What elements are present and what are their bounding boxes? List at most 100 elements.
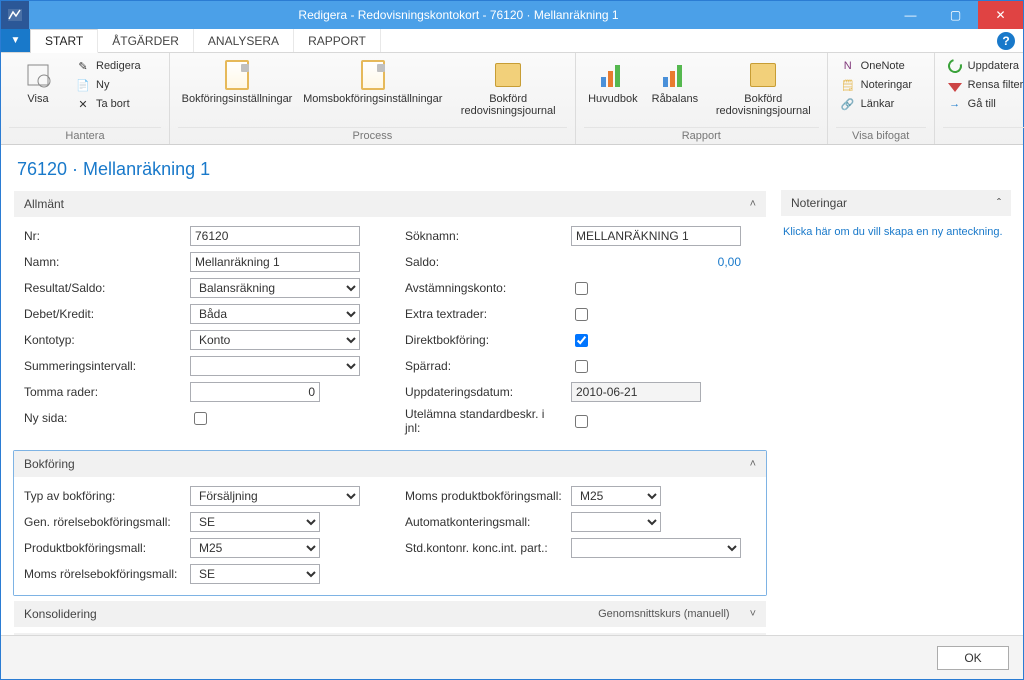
onenote-icon: N [840,58,856,74]
fasttab-konsolidering: Konsolidering Genomsnittskurs (manuell) … [13,600,767,628]
huvudbok-button[interactable]: Huvudbok [584,57,642,107]
debet-label: Debet/Kredit: [24,307,182,321]
noteringar-header[interactable]: Noteringar ˆ [781,190,1011,216]
prod-select[interactable]: M25 [190,538,320,558]
auto-label: Automatkonteringsmall: [405,515,563,529]
direkt-checkbox[interactable] [575,334,588,347]
delete-icon: ✕ [75,96,91,112]
tab-start[interactable]: START [31,29,98,53]
fasttab-allmant: Allmänt ˄ Nr: Namn: Resultat/Saldo:Balan… [13,190,767,446]
goto-icon: → [947,96,963,112]
minimize-button[interactable]: — [888,1,933,29]
visa-button[interactable]: Visa [9,57,67,107]
fasttab-allmant-title: Allmänt [24,197,64,211]
chevron-up-icon: ˆ [997,196,1001,210]
lankar-button[interactable]: 🔗Länkar [836,95,926,113]
help-icon[interactable]: ? [997,32,1015,50]
fasttab-konsolidering-header[interactable]: Konsolidering Genomsnittskurs (manuell) … [14,601,766,627]
group-label-sida: Sida [943,127,1024,142]
momsp-label: Moms produktbokföringsmall: [405,489,563,503]
saldo-label: Saldo: [405,255,563,269]
tab-rapport[interactable]: RAPPORT [294,29,381,52]
ny-button[interactable]: 📄Ny [71,76,161,94]
ok-button[interactable]: OK [937,646,1009,670]
nr-input[interactable] [190,226,360,246]
links-icon: 🔗 [840,96,856,112]
title-bar: Redigera - Redovisningskontokort - 76120… [1,1,1023,29]
tab-atgarder[interactable]: ÅTGÄRDER [98,29,194,52]
ribbon-group-rapport: Huvudbok Råbalans Bokförd redovisningsjo… [576,53,828,144]
namn-input[interactable] [190,252,360,272]
maximize-button[interactable]: ▢ [933,1,978,29]
redigera-button[interactable]: ✎Redigera [71,57,161,75]
ribbon: Visa ✎Redigera 📄Ny ✕Ta bort Hantera Bokf… [1,53,1023,145]
fasttab-allmant-header[interactable]: Allmänt ˄ [14,191,766,217]
direkt-label: Direktbokföring: [405,333,563,347]
summering-select[interactable] [190,356,360,376]
momsbokforingsinstallningar-button[interactable]: Momsbokföringsinställningar [300,57,446,107]
tab-analysera[interactable]: ANALYSERA [194,29,294,52]
gen-select[interactable]: SE [190,512,320,532]
sparrad-label: Spärrad: [405,359,563,373]
file-menu-dropdown[interactable]: ▼ [1,29,31,52]
window-controls: — ▢ ✕ [888,1,1023,29]
namn-label: Namn: [24,255,182,269]
bokforingsinstallningar-button[interactable]: Bokföringsinställningar [178,57,296,107]
std-select[interactable] [571,538,741,558]
kontotyp-select[interactable]: Konto [190,330,360,350]
close-button[interactable]: ✕ [978,1,1023,29]
noteringar-title: Noteringar [791,196,847,210]
momsr-select[interactable]: SE [190,564,320,584]
fasttab-konsolidering-summary: Genomsnittskurs (manuell) [598,608,729,620]
group-label-visa-bifogat: Visa bifogat [836,127,926,142]
utelamna-checkbox[interactable] [575,415,588,428]
soknamn-label: Söknamn: [405,229,563,243]
momsr-label: Moms rörelsebokföringsmall: [24,567,182,581]
chevron-down-icon: ˅ [750,608,756,620]
noteringar-new-link[interactable]: Klicka här om du vill skapa en ny anteck… [783,226,1003,238]
utelamna-label: Utelämna standardbeskr. i jnl: [405,407,563,435]
onenote-button[interactable]: NOneNote [836,57,926,75]
sparrad-checkbox[interactable] [575,360,588,373]
bokford-redovisningsjournal-report-button[interactable]: Bokförd redovisningsjournal [708,57,819,119]
uppdatering-input [571,382,701,402]
rabalans-button[interactable]: Råbalans [646,57,704,107]
typ-select[interactable]: Försäljning [190,486,360,506]
tomma-input[interactable] [190,382,320,402]
page-title: 76120 · Mellanräkning 1 [17,159,1011,180]
soknamn-input[interactable] [571,226,741,246]
tabort-button[interactable]: ✕Ta bort [71,95,161,113]
app-icon [1,1,29,29]
momsp-select[interactable]: M25 [571,486,661,506]
group-label-rapport: Rapport [584,127,819,142]
ribbon-group-process: Bokföringsinställningar Momsbokföringsin… [170,53,576,144]
avstamning-label: Avstämningskonto: [405,281,563,295]
footer: OK [1,635,1023,679]
fasttab-bokforing-header[interactable]: Bokföring ˄ [14,451,766,477]
edit-icon: ✎ [75,58,91,74]
typ-label: Typ av bokföring: [24,489,182,503]
saldo-value[interactable]: 0,00 [571,255,741,269]
noteringar-button[interactable]: 🗒Noteringar [836,76,926,94]
auto-select[interactable] [571,512,661,532]
rensa-filter-button[interactable]: Rensa filter [943,76,1024,94]
chevron-up-icon: ˄ [750,198,756,210]
extra-checkbox[interactable] [575,308,588,321]
ribbon-group-hantera: Visa ✎Redigera 📄Ny ✕Ta bort Hantera [1,53,170,144]
nysida-label: Ny sida: [24,411,182,425]
nr-label: Nr: [24,229,182,243]
bokford-redovisningsjournal-button[interactable]: Bokförd redovisningsjournal [450,57,567,119]
notes-icon: 🗒 [840,77,856,93]
debet-select[interactable]: Båda [190,304,360,324]
posted-journal-report-icon [747,59,779,91]
ribbon-group-visa-bifogat: NOneNote 🗒Noteringar 🔗Länkar Visa bifoga… [828,53,935,144]
avstamning-checkbox[interactable] [575,282,588,295]
prod-label: Produktbokföringsmall: [24,541,182,555]
gen-label: Gen. rörelsebokföringsmall: [24,515,182,529]
resultat-select[interactable]: Balansräkning [190,278,360,298]
group-label-hantera: Hantera [9,127,161,142]
kontotyp-label: Kontotyp: [24,333,182,347]
nysida-checkbox[interactable] [194,412,207,425]
ga-till-button[interactable]: →Gå till [943,95,1024,113]
uppdatera-button[interactable]: Uppdatera [943,57,1024,75]
